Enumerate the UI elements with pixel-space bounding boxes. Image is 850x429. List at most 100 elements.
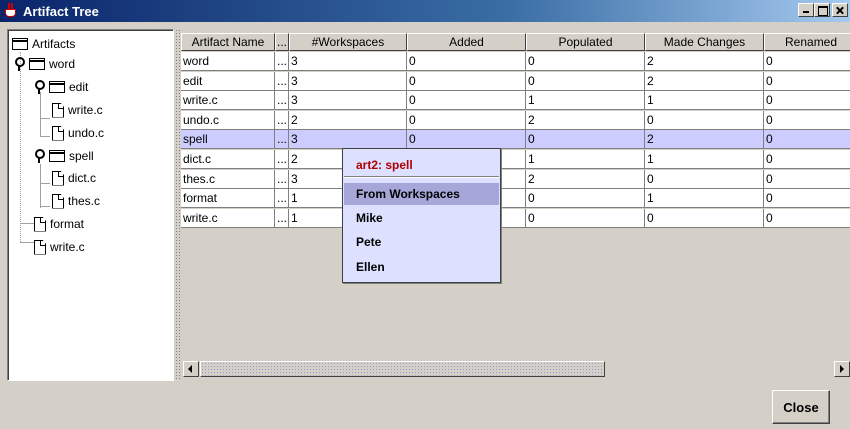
tree-node-edit[interactable]: edit	[34, 77, 88, 97]
table-cell[interactable]: 1	[645, 150, 764, 169]
table-cell[interactable]: spell	[181, 130, 275, 150]
tree-node-format[interactable]: format	[34, 214, 84, 234]
table-row[interactable]: word... 3 0 0 2 0	[181, 52, 850, 71]
table-row[interactable]: format... 1 0 1 0	[181, 189, 850, 209]
tree-node-thes-c[interactable]: thes.c	[52, 191, 100, 211]
table-cell[interactable]: dict.c	[181, 150, 275, 169]
table-cell[interactable]: 0	[526, 52, 645, 71]
tree-node-write-c[interactable]: write.c	[52, 100, 103, 120]
expand-handle-icon[interactable]	[34, 149, 45, 163]
table-cell[interactable]: 3	[289, 52, 407, 71]
table-cell[interactable]: ...	[275, 71, 289, 91]
tree-node-undo-c[interactable]: undo.c	[52, 123, 104, 143]
tree-node-spell[interactable]: spell	[34, 146, 94, 166]
table-row[interactable]: thes.c... 3 2 0 0	[181, 169, 850, 189]
table-cell[interactable]: 0	[407, 110, 526, 130]
table-cell[interactable]: 0	[407, 91, 526, 111]
table-cell[interactable]: ...	[275, 150, 289, 169]
table-cell[interactable]: 0	[764, 72, 850, 91]
expand-handle-icon[interactable]	[34, 80, 45, 94]
table-cell[interactable]: 1	[526, 91, 645, 111]
table-row[interactable]: dict.c... 2 1 1 0	[181, 150, 850, 169]
table-cell[interactable]: 0	[764, 91, 850, 111]
scroll-left-arrow-icon[interactable]	[183, 361, 199, 377]
column-header-workspaces[interactable]: #Workspaces	[289, 33, 407, 51]
table-row[interactable]: undo.c... 2 0 2 0 0	[181, 110, 850, 130]
table-cell[interactable]: 2	[526, 110, 645, 130]
artifact-table[interactable]: Artifact Name ... #Workspaces Added Popu…	[181, 33, 850, 357]
table-cell[interactable]: 0	[645, 208, 764, 228]
expand-handle-icon[interactable]	[14, 57, 25, 71]
table-cell[interactable]: word	[181, 52, 275, 71]
table-cell[interactable]: 0	[526, 208, 645, 228]
menu-item-ellen[interactable]: Ellen	[344, 256, 499, 278]
column-header-ellipsis[interactable]: ...	[275, 33, 289, 51]
table-row[interactable]: edit... 3 0 0 2 0	[181, 71, 850, 91]
table-cell[interactable]: 0	[526, 130, 645, 150]
table-cell[interactable]: ...	[275, 130, 289, 150]
menu-item-mike[interactable]: Mike	[344, 207, 499, 229]
artifact-tree[interactable]: Artifacts word edit write.c undo.c spell…	[7, 29, 174, 381]
table-cell[interactable]: 0	[764, 111, 850, 130]
table-cell[interactable]: ...	[275, 110, 289, 130]
table-cell[interactable]: 0	[526, 189, 645, 209]
close-window-button[interactable]	[832, 3, 848, 17]
menu-item-pete[interactable]: Pete	[344, 231, 499, 253]
table-cell[interactable]: 0	[764, 52, 850, 71]
table-cell[interactable]: 2	[645, 71, 764, 91]
table-cell[interactable]: 0	[764, 170, 850, 189]
table-cell[interactable]: 2	[526, 169, 645, 189]
menu-item-from-workspaces[interactable]: From Workspaces	[344, 183, 499, 205]
table-cell[interactable]: 0	[645, 110, 764, 130]
table-cell[interactable]: thes.c	[181, 169, 275, 189]
table-cell[interactable]: 0	[407, 130, 526, 150]
scrollbar-thumb[interactable]	[200, 361, 605, 377]
column-header-populated[interactable]: Populated	[526, 33, 645, 51]
table-cell[interactable]: 0	[526, 71, 645, 91]
tree-node-root[interactable]: Artifacts	[12, 34, 75, 54]
table-cell[interactable]: 0	[764, 189, 850, 209]
table-cell[interactable]: 0	[764, 150, 850, 169]
table-cell[interactable]: write.c	[181, 208, 275, 228]
table-cell[interactable]: ...	[275, 52, 289, 71]
table-cell[interactable]: 2	[289, 110, 407, 130]
table-row[interactable]: write.c... 1 0 0 0	[181, 208, 850, 228]
table-cell[interactable]: 0	[764, 130, 850, 150]
table-cell[interactable]: 0	[764, 209, 850, 228]
column-header-added[interactable]: Added	[407, 33, 526, 51]
table-cell[interactable]: ...	[275, 91, 289, 111]
tree-node-write-c-2[interactable]: write.c	[34, 237, 85, 257]
horizontal-scrollbar[interactable]	[183, 361, 850, 378]
table-cell[interactable]: 3	[289, 71, 407, 91]
table-cell[interactable]: format	[181, 189, 275, 209]
table-cell[interactable]: 3	[289, 130, 407, 150]
column-header-artifact-name[interactable]: Artifact Name	[181, 33, 275, 51]
table-cell[interactable]: ...	[275, 208, 289, 228]
table-row[interactable]: write.c... 3 0 1 1 0	[181, 91, 850, 111]
minimize-button[interactable]	[798, 3, 814, 17]
table-cell[interactable]: 1	[645, 189, 764, 209]
maximize-button[interactable]	[814, 3, 830, 17]
table-cell[interactable]: undo.c	[181, 110, 275, 130]
table-cell[interactable]: 3	[289, 91, 407, 111]
table-cell[interactable]: ...	[275, 189, 289, 209]
column-header-made-changes[interactable]: Made Changes	[645, 33, 764, 51]
table-cell[interactable]: ...	[275, 169, 289, 189]
table-cell[interactable]: edit	[181, 71, 275, 91]
scroll-right-arrow-icon[interactable]	[834, 361, 850, 377]
table-cell[interactable]: 1	[526, 150, 645, 169]
tree-node-dict-c[interactable]: dict.c	[52, 168, 96, 188]
column-header-renamed[interactable]: Renamed	[764, 33, 850, 51]
table-cell[interactable]: 2	[645, 130, 764, 150]
tree-node-word[interactable]: word	[14, 54, 75, 74]
scrollbar-track[interactable]	[605, 361, 833, 377]
table-cell[interactable]: 0	[407, 52, 526, 71]
close-button[interactable]: Close	[772, 390, 830, 424]
table-cell[interactable]: 1	[645, 91, 764, 111]
context-menu-title: art2: spell	[356, 158, 413, 172]
table-cell[interactable]: 0	[407, 71, 526, 91]
table-cell[interactable]: write.c	[181, 91, 275, 111]
table-cell[interactable]: 0	[645, 169, 764, 189]
table-row[interactable]: spell... 3 0 0 2 0	[181, 130, 850, 150]
table-cell[interactable]: 2	[645, 52, 764, 71]
